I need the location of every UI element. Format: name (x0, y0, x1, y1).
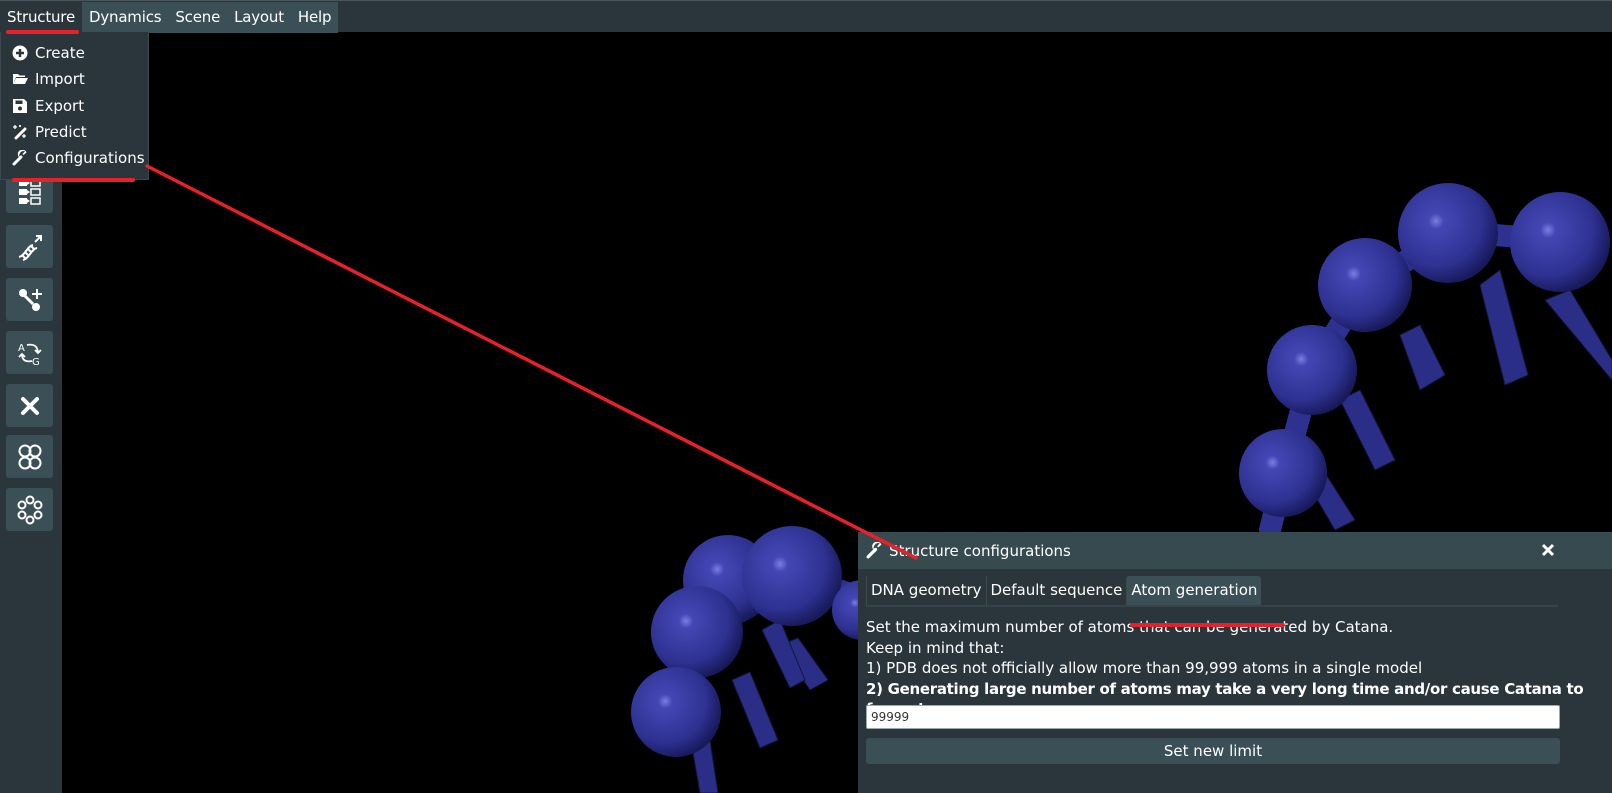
menu-item-label: Predict (35, 123, 87, 142)
description-line: 1) PDB does not officially allow more th… (866, 659, 1423, 677)
dna-helix-icon (18, 234, 42, 261)
dialog-title: Structure configurations (889, 541, 1071, 560)
svg-text:A: A (18, 343, 25, 354)
folder-open-icon (11, 71, 28, 88)
four-circles-icon (18, 444, 41, 469)
dialog-header[interactable]: Structure configurations (858, 532, 1612, 569)
menu-item-label: Configurations (35, 149, 145, 168)
description-line: Keep in mind that: (866, 638, 1005, 657)
rigid-bodies-button[interactable] (6, 435, 53, 478)
menu-item-label: Create (35, 44, 85, 63)
menu-bar: Structure Dynamics Scene Layout Help (0, 0, 1612, 33)
menu-scene[interactable]: Scene (168, 2, 227, 33)
menu-layout[interactable]: Layout (227, 2, 291, 33)
delete-x-icon (20, 396, 39, 415)
menu-item-create[interactable]: Create (1, 40, 148, 66)
ring-circles-icon (17, 495, 42, 524)
dna-tool-button[interactable] (6, 225, 53, 268)
magic-wand-icon (11, 124, 28, 141)
structure-dropdown-menu: Create Import Export Predict Configurati… (0, 32, 149, 180)
menu-item-label: Export (35, 96, 85, 115)
atoms-button[interactable] (6, 488, 53, 531)
menu-item-label: Import (35, 70, 85, 89)
menu-bar-items: Structure Dynamics Scene Layout Help (0, 2, 339, 33)
plus-circle-icon (11, 45, 28, 62)
svg-text:G: G (32, 357, 40, 368)
menu-item-export[interactable]: Export (1, 93, 148, 119)
add-nucleotide-icon (18, 288, 42, 311)
sequence-blocks-icon (18, 178, 41, 205)
add-nucleotide-button[interactable] (6, 278, 53, 321)
menu-structure[interactable]: Structure (0, 2, 82, 33)
mutate-ag-icon: A G (18, 343, 42, 368)
close-icon[interactable] (1540, 542, 1556, 558)
wrench-icon (11, 150, 28, 167)
mutate-button[interactable]: A G (6, 331, 53, 374)
tab-atom-generation[interactable]: Atom generation (1126, 576, 1262, 605)
menu-item-import[interactable]: Import (1, 66, 148, 92)
wrench-icon (866, 542, 882, 559)
description-line: Set the maximum number of atoms that can… (866, 618, 1394, 636)
delete-button[interactable] (6, 384, 53, 427)
menu-dynamics[interactable]: Dynamics (82, 2, 168, 33)
tab-dna-geometry[interactable]: DNA geometry (866, 576, 986, 605)
set-new-limit-button[interactable]: Set new limit (866, 738, 1560, 764)
tab-default-sequence[interactable]: Default sequence (985, 576, 1127, 605)
save-icon (11, 97, 28, 114)
structure-configurations-dialog: Structure configurations DNA geometry De… (858, 532, 1612, 793)
menu-help[interactable]: Help (291, 2, 338, 33)
atom-limit-input[interactable] (866, 705, 1560, 729)
menu-item-predict[interactable]: Predict (1, 119, 148, 145)
menu-item-configurations[interactable]: Configurations (1, 145, 148, 171)
dialog-tabs: DNA geometry Default sequence Atom gener… (866, 576, 1558, 607)
